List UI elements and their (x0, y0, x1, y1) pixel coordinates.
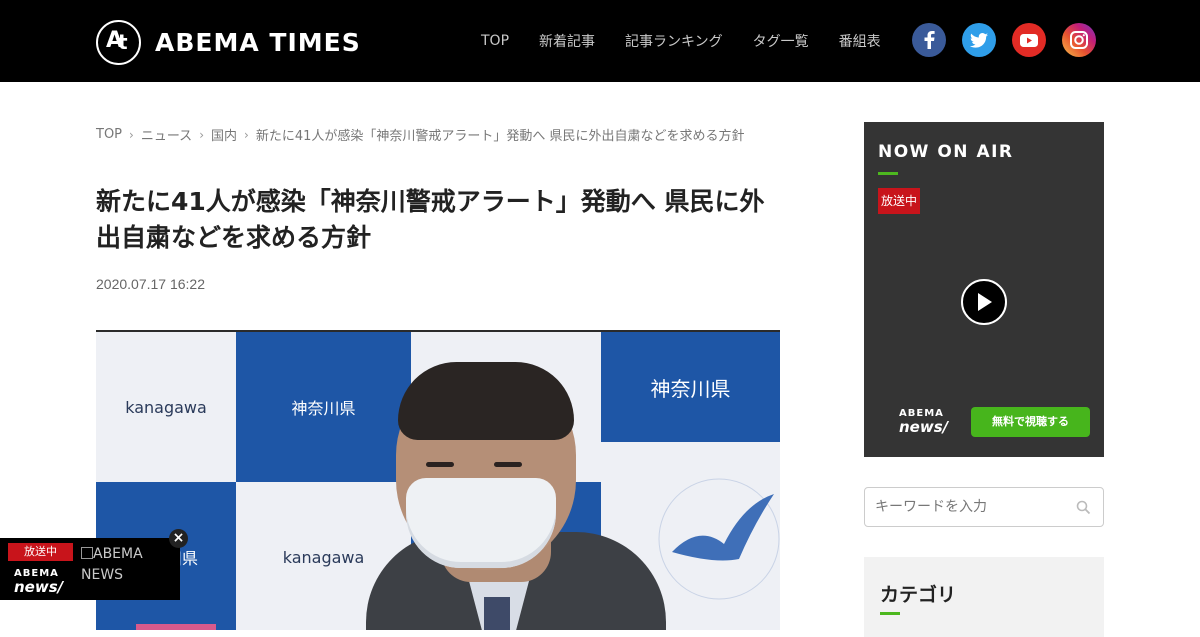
article-date: 2020.07.17 16:22 (96, 276, 205, 292)
main-nav: TOP 新着記事 記事ランキング タグ一覧 番組表 (466, 0, 896, 82)
broken-image-alt: ABEMA NEWS (81, 546, 143, 583)
youtube-icon[interactable] (1012, 23, 1046, 57)
backdrop-tile: 神奈川県 (601, 332, 780, 442)
facebook-icon[interactable] (912, 23, 946, 57)
chevron-right-icon: › (244, 127, 249, 142)
backdrop-tile: 神奈川県 (236, 332, 411, 482)
face-mask (406, 478, 556, 568)
category-panel: カテゴリ (864, 557, 1104, 637)
search-input[interactable] (875, 497, 1065, 517)
search-icon[interactable] (1076, 500, 1091, 515)
breadcrumb-domestic[interactable]: 国内 (211, 125, 237, 144)
nav-top[interactable]: TOP (481, 33, 509, 49)
site-header: At ABEMA TIMES TOP 新着記事 記事ランキング タグ一覧 番組表 (0, 0, 1200, 82)
backdrop-tile: kanagawa (96, 332, 236, 482)
watch-free-button[interactable]: 無料で視聴する (971, 407, 1090, 437)
twitter-icon[interactable] (962, 23, 996, 57)
nav-ranking[interactable]: 記事ランキング (625, 31, 723, 51)
breadcrumb: TOP › ニュース › 国内 › 新たに41人が感染「神奈川警戒アラート」発動… (96, 125, 745, 144)
instagram-icon[interactable] (1062, 23, 1096, 57)
category-title: カテゴリ (880, 584, 957, 606)
nav-program-guide[interactable]: 番組表 (839, 31, 881, 51)
search-box (864, 487, 1104, 527)
now-on-air-panel: NOW ON AIR 放送中 ABEMA news/ 無料で視聴する (864, 122, 1104, 457)
chevron-right-icon: › (199, 127, 204, 142)
breadcrumb-current: 新たに41人が感染「神奈川警戒アラート」発動へ 県民に外出自粛などを求める方針 (255, 129, 745, 144)
live-badge: 放送中 (878, 188, 920, 214)
logo-mark-icon: At (96, 19, 141, 65)
nav-new-articles[interactable]: 新着記事 (539, 31, 595, 51)
backdrop-text: kanagawa (125, 397, 207, 417)
article-title: 新たに41人が感染「神奈川警戒アラート」発動へ 県民に外出自粛などを求める方針 (96, 187, 765, 252)
nav-tags[interactable]: タグ一覧 (753, 31, 809, 51)
article-main-image: kanagawa 神奈川県 神奈川県 神奈川県 kanagawa (96, 330, 780, 630)
abema-news-logo: ABEMA news/ (14, 568, 64, 596)
abema-news-logo: ABEMA news/ (899, 408, 949, 436)
mini-player[interactable]: 放送中 ABEMA news/ ABEMA NEWS (0, 538, 180, 600)
chevron-right-icon: › (129, 127, 134, 142)
close-icon[interactable]: × (169, 529, 188, 548)
site-logo[interactable]: At ABEMA TIMES (96, 19, 361, 65)
backdrop-text: 神奈川県 (650, 376, 731, 401)
live-badge: 放送中 (8, 543, 73, 561)
play-icon (978, 293, 992, 311)
title-underline (880, 612, 900, 615)
logo-text: ABEMA TIMES (155, 27, 361, 57)
backdrop-text: kanagawa (282, 547, 365, 567)
play-button[interactable] (961, 279, 1007, 325)
title-underline (878, 172, 898, 175)
backdrop-text: 神奈川県 (291, 399, 356, 418)
breadcrumb-top[interactable]: TOP (96, 127, 122, 142)
breadcrumb-news[interactable]: ニュース (141, 125, 192, 144)
now-on-air-title: NOW ON AIR (878, 142, 1014, 162)
bird-emblem-icon (658, 478, 780, 600)
broken-image-icon (81, 547, 93, 559)
